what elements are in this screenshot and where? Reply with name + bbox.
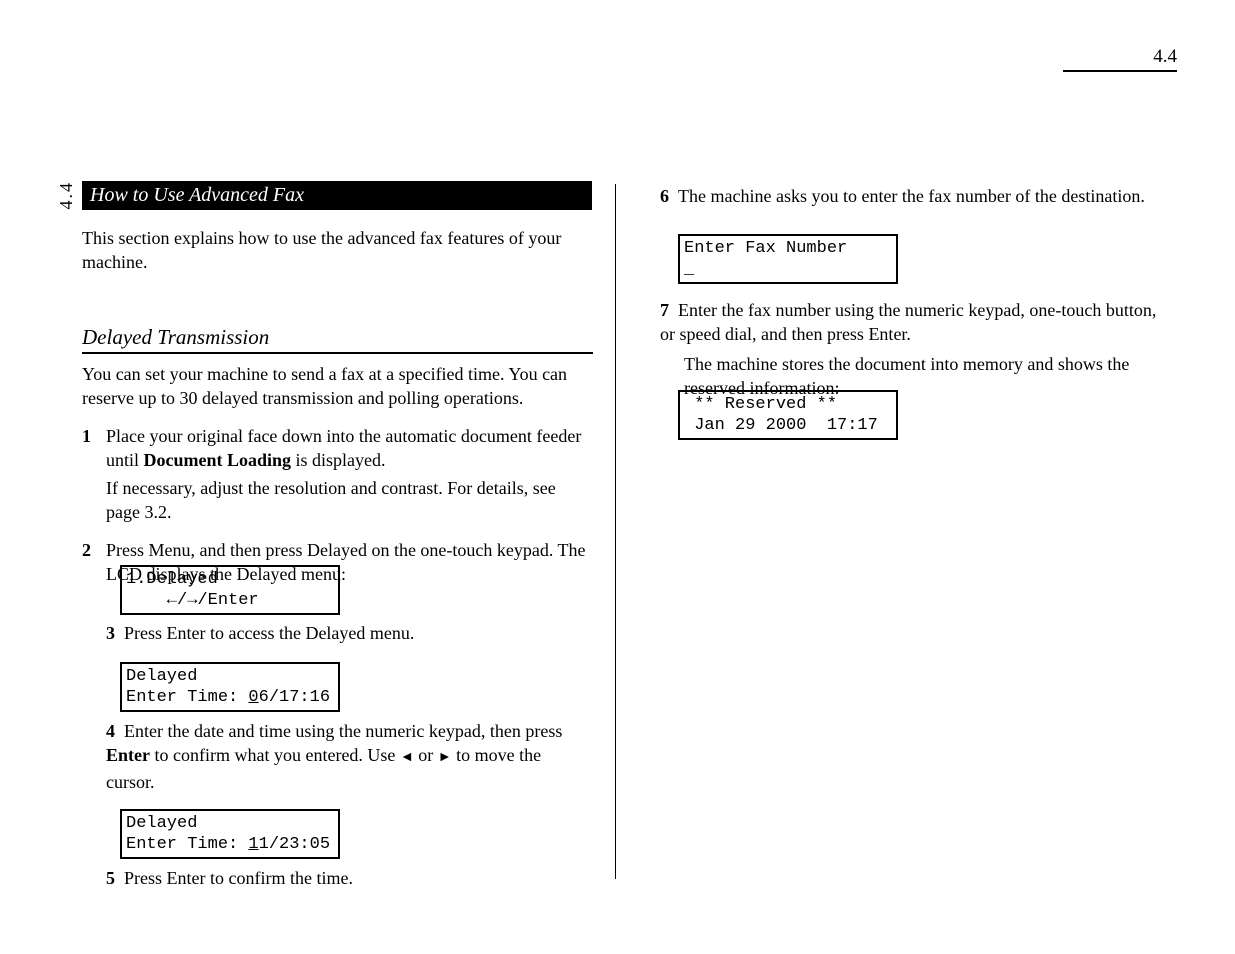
lcd2-cursor: 0 [248, 688, 258, 707]
step-6: 6 The machine asks you to enter the fax … [660, 184, 1170, 208]
lcd-display-r1: Enter Fax Number _ [678, 234, 898, 284]
arrow-right-icon: ► [438, 750, 452, 765]
chapter-margin-number: 4.4 [56, 181, 77, 210]
lcdr2-line1: ** Reserved ** [684, 395, 837, 414]
step-3-text: Press Enter to access the Delayed menu. [124, 623, 414, 643]
lcd-display-r2: ** Reserved ** Jan 29 2000 17:17 [678, 390, 898, 440]
lcd-display-1: 1.Delayed ←/→/Enter [120, 565, 340, 615]
lcd-display-2: Delayed Enter Time: 06/17:16 [120, 662, 340, 712]
lcd2-line2-label: Enter Time: [126, 688, 248, 707]
step-7: 7 Enter the fax number using the numeric… [660, 298, 1170, 346]
lcd1-line1: 1.Delayed [126, 570, 218, 589]
step-1-text: Place your original face down into the a… [106, 424, 593, 472]
page-number: 4.4 [1063, 46, 1177, 68]
step-1: 1 Place your original face down into the… [82, 424, 593, 472]
lcdr1-line2: _ [684, 260, 694, 279]
step-7-number: 7 [660, 300, 669, 320]
step-6-text: The machine asks you to enter the fax nu… [678, 186, 1145, 206]
step-1-sub: If necessary, adjust the resolution and … [106, 476, 593, 524]
subsection-heading: Delayed Transmission [82, 325, 593, 354]
step-5: 5 Press Enter to confirm the time. [106, 866, 576, 890]
step-2-number: 2 [82, 538, 106, 586]
steps-block: You can set your machine to send a fax a… [82, 362, 593, 590]
lcd1-line2: ←/→/Enter [126, 591, 259, 610]
lcd-display-3: Delayed Enter Time: 11/23:05 [120, 809, 340, 859]
step-5-number: 5 [106, 868, 115, 888]
step-4-number: 4 [106, 721, 115, 741]
section-header-bar: How to Use Advanced Fax [82, 181, 592, 210]
lcd3-cursor: 1 [248, 835, 258, 854]
step-3-number: 3 [106, 623, 115, 643]
lcdr1-line1: Enter Fax Number [684, 239, 847, 258]
header-title: How to Use Advanced Fax [90, 184, 304, 206]
step-4: 4 Enter the date and time using the nume… [106, 719, 576, 794]
page-number-underline [1063, 70, 1177, 72]
step-5-text: Press Enter to confirm the time. [124, 868, 353, 888]
step-6-number: 6 [660, 186, 669, 206]
page-root: 4.4 4.4 How to Use Advanced Fax This sec… [0, 0, 1235, 954]
step-3: 3 Press Enter to access the Delayed menu… [106, 621, 576, 645]
step-1-number: 1 [82, 424, 106, 472]
lcd3-line1: Delayed [126, 814, 197, 833]
lcdr2-line2: Jan 29 2000 17:17 [684, 416, 878, 435]
lcd2-rest: 6/17:16 [259, 688, 330, 707]
intro-paragraph: This section explains how to use the adv… [82, 226, 593, 274]
lcd3-rest: 1/23:05 [259, 835, 330, 854]
section-paragraph: You can set your machine to send a fax a… [82, 362, 593, 410]
lcd3-line2-label: Enter Time: [126, 835, 248, 854]
step-7-text: Enter the fax number using the numeric k… [660, 300, 1156, 344]
arrow-left-icon: ◄ [400, 750, 414, 765]
lcd2-line1: Delayed [126, 667, 197, 686]
column-divider [615, 184, 616, 879]
